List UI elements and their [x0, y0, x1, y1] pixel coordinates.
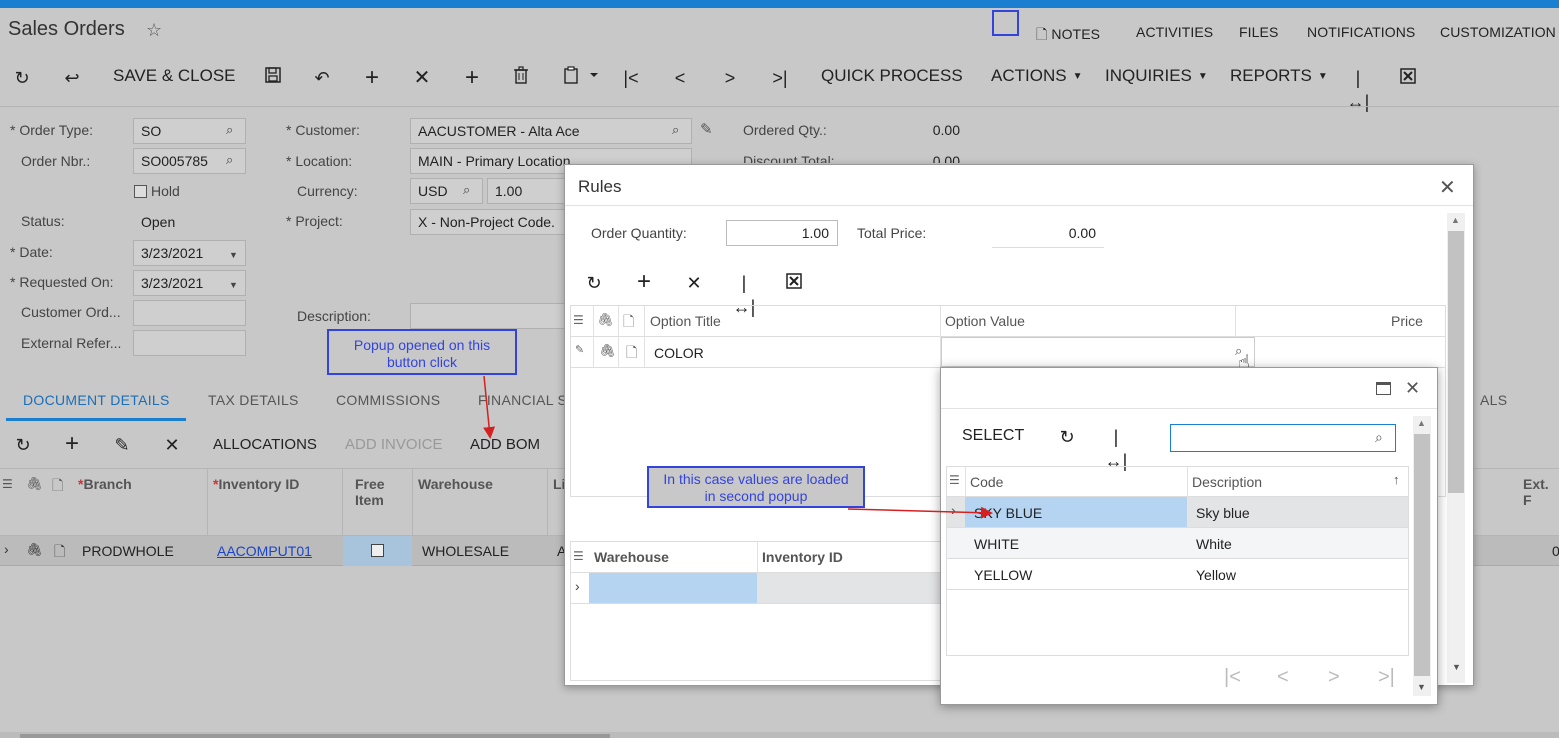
annotation-arrows: [483, 375, 993, 519]
